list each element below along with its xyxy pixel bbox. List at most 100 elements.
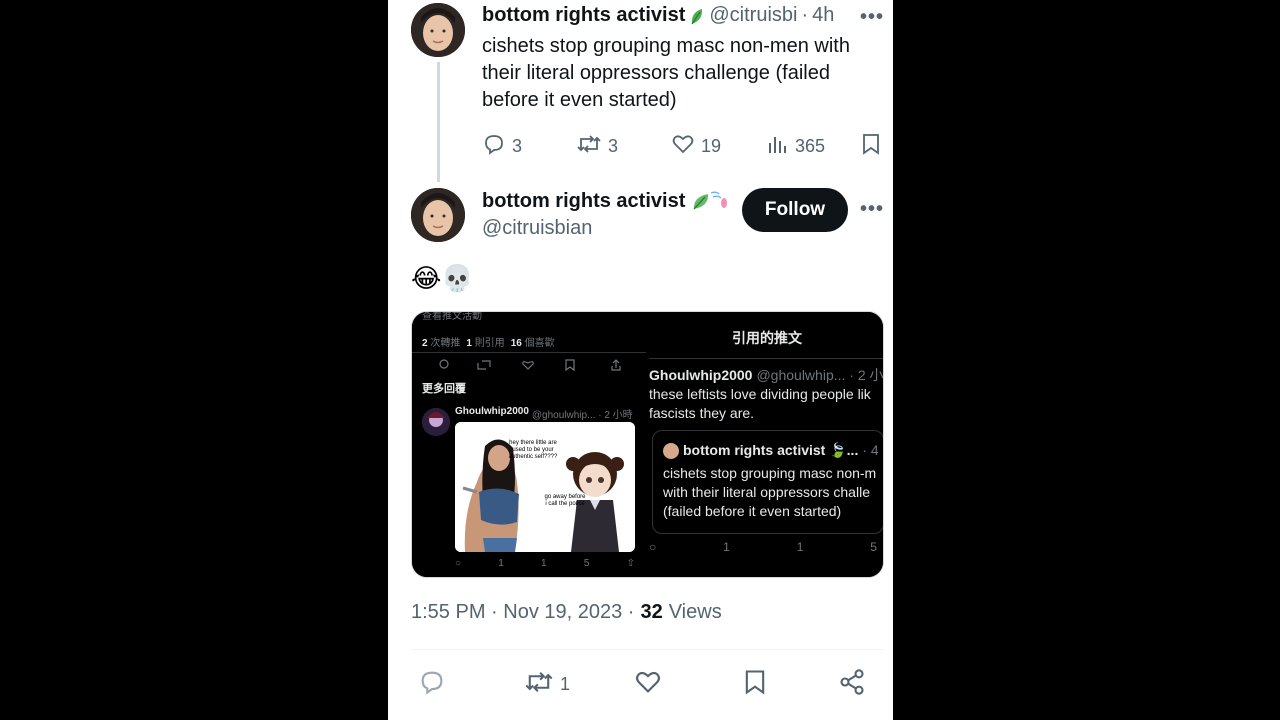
right-rt-count: 1 bbox=[723, 540, 730, 554]
parent-author-name[interactable]: bottom rights activist bbox=[482, 4, 685, 27]
main-bookmark-button[interactable] bbox=[742, 668, 768, 701]
inner-name: bottom rights activist 🍃... bbox=[683, 442, 859, 458]
separator-dot: · bbox=[801, 4, 809, 26]
stat-count: 1 bbox=[466, 338, 472, 349]
reply-button[interactable]: 3 bbox=[482, 132, 522, 161]
parent-header: bottom rights activist @citruisbi · 4h bbox=[482, 4, 834, 27]
reply-like-count: 1 bbox=[541, 558, 547, 569]
views-button[interactable]: 365 bbox=[765, 132, 825, 161]
retweet-icon bbox=[576, 132, 602, 161]
parent-text-line: cishets stop grouping masc non-men with bbox=[482, 35, 850, 57]
share-icon bbox=[838, 669, 866, 700]
action-bar-divider bbox=[411, 649, 884, 650]
heart-icon bbox=[634, 671, 662, 700]
views-count-main: 32 bbox=[640, 601, 663, 623]
meme-image[interactable]: hey there little are used to be your aut… bbox=[455, 422, 635, 552]
main-retweet-button[interactable]: 1 bbox=[524, 668, 570, 701]
bookmark-button[interactable] bbox=[860, 132, 882, 161]
analytics-icon bbox=[765, 132, 789, 161]
retweet-count: 3 bbox=[608, 136, 619, 156]
parent-tweet-text: cishets stop grouping masc non-men with … bbox=[482, 33, 882, 114]
main-author-name[interactable]: bottom rights activist bbox=[482, 190, 685, 213]
main-like-button[interactable] bbox=[634, 668, 662, 701]
right-like-count: 1 bbox=[796, 540, 804, 554]
follow-button[interactable]: Follow bbox=[742, 188, 848, 232]
reply-share-icon: ⇧ bbox=[626, 558, 635, 569]
tweet-thread-panel: bottom rights activist @citruisbi · 4h •… bbox=[388, 0, 893, 720]
reply-name: Ghoulwhip2000 bbox=[455, 406, 529, 417]
reply-header: Ghoulwhip2000 @ghoulwhip... · 2 小時 bbox=[455, 406, 633, 421]
inner-line: (failed before it even started) bbox=[663, 503, 842, 519]
main-share-button[interactable] bbox=[838, 668, 866, 701]
parent-text-line: before it even started) bbox=[482, 89, 677, 111]
retweet-button[interactable]: 3 bbox=[576, 132, 618, 161]
left-stat: 2 次轉推 bbox=[422, 334, 460, 349]
parent-more-icon[interactable]: ••• bbox=[860, 6, 884, 29]
more-replies-heading: 更多回覆 bbox=[422, 383, 466, 395]
reply-rt-count: 1 bbox=[498, 558, 504, 569]
stat-count: 2 bbox=[422, 338, 428, 349]
left-screenshot[interactable]: 查看推文活動 2 次轉推 1 則引用 16 個喜歡 更多回覆 Ghoulwhip… bbox=[412, 311, 646, 577]
main-handle[interactable]: @citruisbian bbox=[482, 217, 592, 240]
main-reply-button[interactable] bbox=[418, 668, 446, 701]
quote-handle: @ghoulwhip... · 2 小 bbox=[756, 367, 884, 383]
parent-text-line: their literal oppressors challenge (fail… bbox=[482, 62, 830, 84]
main-avatar[interactable] bbox=[411, 188, 465, 242]
quote-author-row: Ghoulwhip2000 @ghoulwhip... · 2 小 bbox=[649, 366, 884, 385]
quote-line: fascists they are. bbox=[649, 405, 755, 421]
views-count: 365 bbox=[795, 136, 826, 156]
inner-avatar bbox=[663, 442, 679, 459]
main-more-icon[interactable]: ••• bbox=[860, 198, 884, 221]
right-comment-icon: ○ bbox=[649, 540, 657, 554]
emoji-text: 😂💀 bbox=[411, 263, 474, 293]
leaf-icon bbox=[689, 6, 705, 26]
inner-quoted-tweet[interactable]: bottom rights activist 🍃... · 4 cishets … bbox=[652, 430, 883, 534]
quote-header: 引用的推文 bbox=[732, 330, 802, 346]
inner-line: cishets stop grouping masc non-m bbox=[663, 465, 877, 481]
left-action-icons bbox=[438, 358, 638, 372]
reply-view-count: 5 bbox=[583, 558, 590, 569]
leaf-fluttering-icon bbox=[691, 189, 728, 213]
reply-icon bbox=[482, 132, 506, 161]
like-count: 19 bbox=[701, 136, 722, 156]
meme-caption-2: go away before i call the police bbox=[544, 494, 586, 507]
left-stats-row: 2 次轉推 1 則引用 16 個喜歡 bbox=[422, 334, 555, 349]
stat-count: 16 bbox=[510, 338, 522, 349]
parent-handle[interactable]: @citruisbi bbox=[709, 4, 797, 27]
main-action-bar: 1 bbox=[418, 668, 878, 698]
timestamp[interactable]: 1:55 PM · Nov 19, 2023 · bbox=[411, 601, 634, 624]
left-top-cut-text: 查看推文活動 bbox=[422, 311, 482, 322]
timestamp-row: 1:55 PM · Nov 19, 2023 · 32 Views bbox=[411, 601, 722, 624]
bookmark-icon bbox=[860, 134, 882, 160]
inner-time: · 4 bbox=[862, 442, 879, 458]
reply-avatar bbox=[422, 408, 450, 436]
parent-avatar[interactable] bbox=[411, 3, 465, 57]
main-header: bottom rights activist bbox=[482, 189, 728, 213]
inner-text: cishets stop grouping masc non-m with th… bbox=[663, 464, 876, 521]
stat-label: 次轉推 bbox=[430, 338, 461, 349]
left-divider bbox=[412, 352, 646, 353]
quote-line: these leftists love dividing people lik bbox=[649, 386, 871, 402]
reply-comment-icon: ○ bbox=[455, 558, 462, 569]
right-divider bbox=[649, 358, 883, 359]
parent-time[interactable]: 4h bbox=[812, 4, 834, 27]
inner-line: with their literal oppressors challe bbox=[663, 484, 870, 500]
right-view-count: 5 bbox=[870, 540, 877, 554]
media-container[interactable]: 查看推文活動 2 次轉推 1 則引用 16 個喜歡 更多回覆 Ghoulwhip… bbox=[411, 311, 884, 578]
meme-caption-1: hey there little are used to be your aut… bbox=[508, 440, 558, 460]
left-stat: 1 則引用 bbox=[466, 334, 504, 349]
right-screenshot[interactable]: 引用的推文 Ghoulwhip2000 @ghoulwhip... · 2 小 … bbox=[649, 312, 884, 577]
right-stats-row: ○ 1 1 5 bbox=[649, 540, 883, 554]
inner-author-row: bottom rights activist 🍃... · 4 bbox=[663, 441, 879, 460]
retweet-icon bbox=[524, 668, 554, 701]
heart-icon bbox=[671, 132, 695, 161]
reply-count: 3 bbox=[512, 136, 523, 156]
quote-text: these leftists love dividing people lik … bbox=[649, 385, 871, 423]
stat-label: 個喜歡 bbox=[524, 338, 555, 349]
thread-connector-line bbox=[437, 62, 440, 182]
left-stat: 16 個喜歡 bbox=[511, 334, 555, 349]
reply-icon bbox=[418, 671, 446, 700]
main-retweet-count: 1 bbox=[560, 674, 571, 694]
parent-action-bar: 3 3 19 365 bbox=[482, 132, 887, 158]
like-button[interactable]: 19 bbox=[671, 132, 721, 161]
